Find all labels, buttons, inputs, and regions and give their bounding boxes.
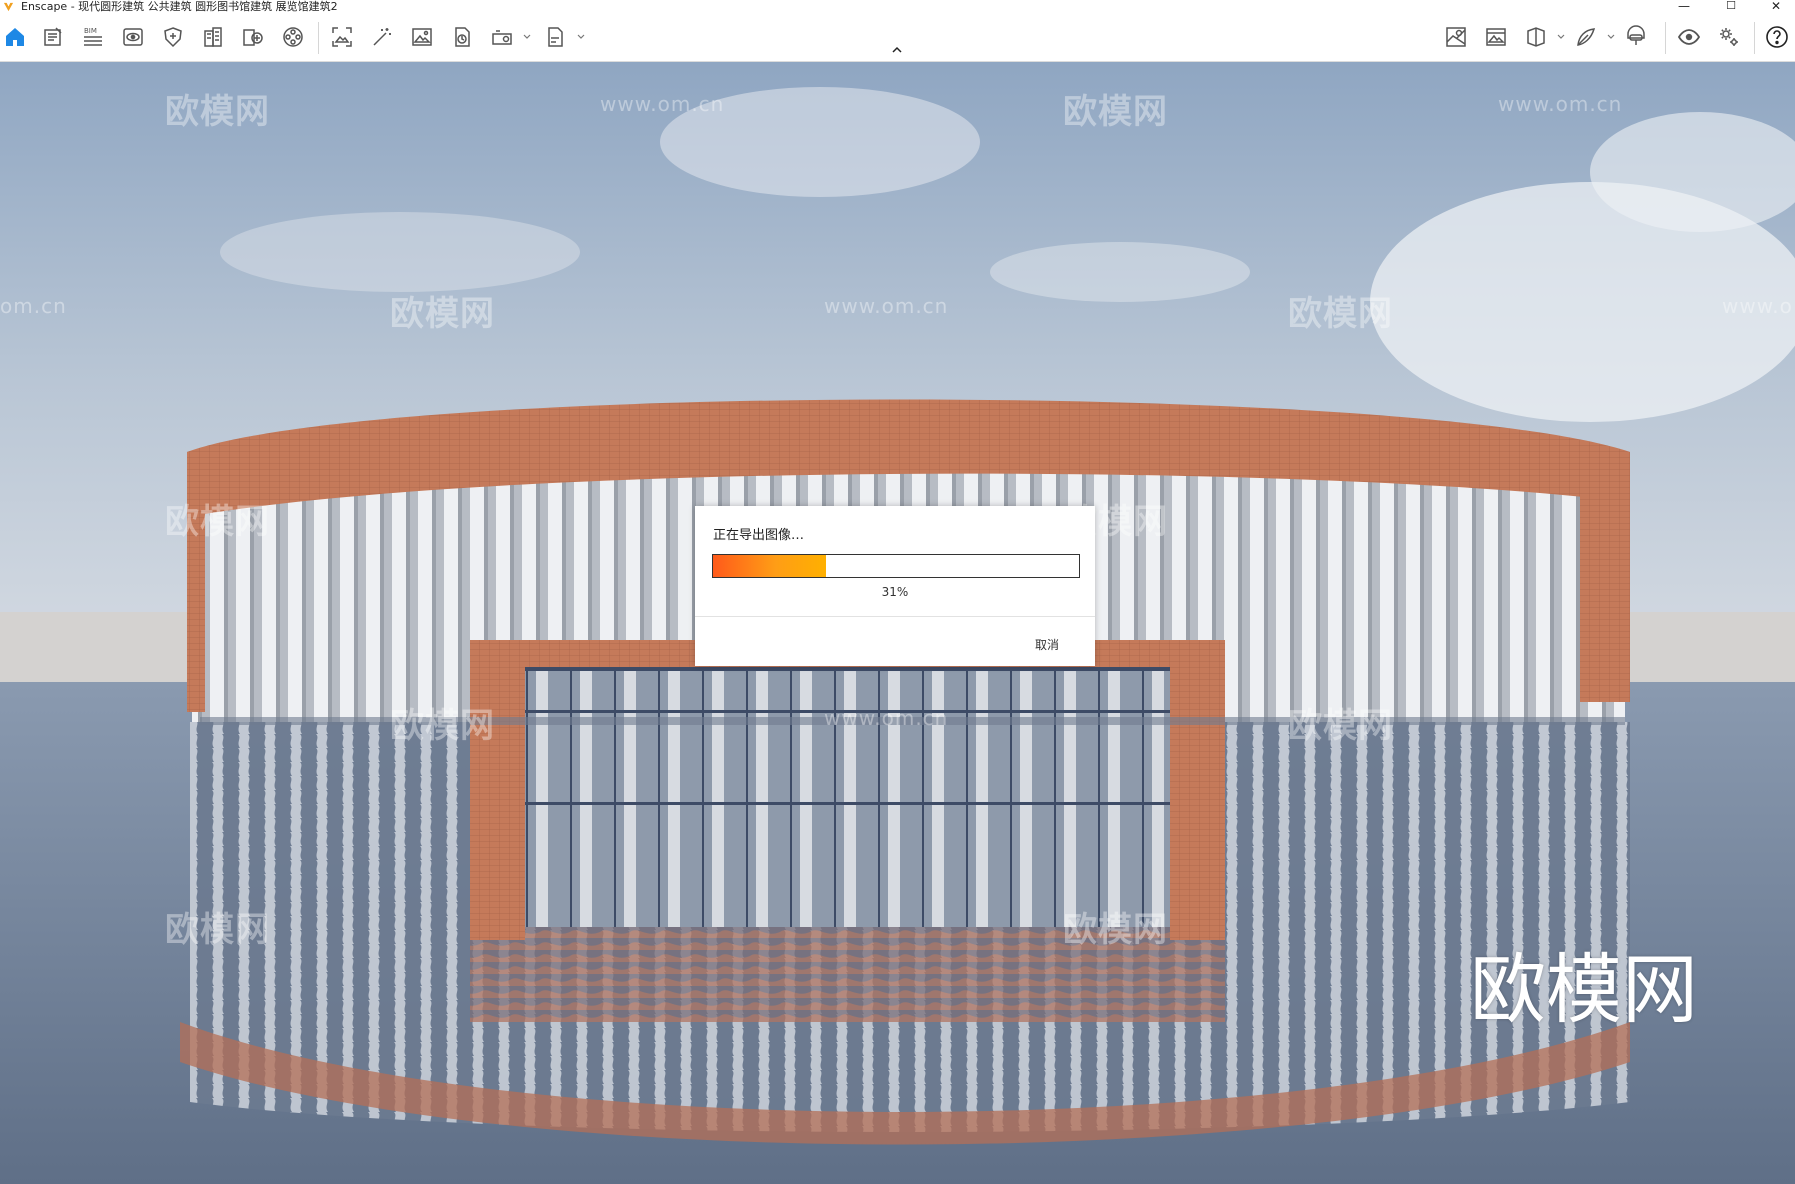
section-icon — [1527, 27, 1545, 47]
feather-dropdown-chevron-icon[interactable] — [1606, 32, 1616, 42]
watermark-brand: 欧模网 — [165, 502, 270, 542]
map-icon — [1446, 27, 1466, 47]
progress-bar-fill — [713, 555, 827, 577]
360-dropdown-chevron-icon[interactable] — [522, 32, 532, 42]
enscape-logo-icon — [3, 2, 14, 12]
export-progress-dialog: 正在导出图像… 31% 取消 — [695, 506, 1095, 666]
vr-headset-button[interactable] — [1621, 22, 1651, 52]
watermark-brand: 欧模网 — [165, 910, 270, 950]
help-icon — [1766, 26, 1788, 48]
feather-icon — [1577, 28, 1596, 46]
eye-icon — [1677, 29, 1701, 45]
map-button[interactable] — [1441, 22, 1471, 52]
watermark-url: www.o — [1722, 294, 1793, 318]
magic-wand-icon — [373, 28, 391, 46]
image-button[interactable] — [407, 22, 437, 52]
cancel-button[interactable]: 取消 — [1015, 634, 1079, 654]
bim-button[interactable]: BIM — [78, 22, 108, 52]
settings-button[interactable] — [1714, 22, 1744, 52]
watermark-url: om.cn — [0, 294, 67, 318]
section-button[interactable] — [1521, 22, 1551, 52]
asset-library-button[interactable] — [238, 22, 268, 52]
bim-label: BIM — [84, 27, 97, 35]
close-button[interactable]: ✕ — [1756, 0, 1795, 14]
maximize-button[interactable]: ☐ — [1711, 0, 1751, 14]
image-gallery-button[interactable] — [1481, 22, 1511, 52]
corner-watermark: 欧模网 — [1470, 945, 1698, 1034]
chevron-up-icon — [892, 46, 902, 53]
panorama-icon — [455, 27, 470, 47]
watermark-brand: 欧模网 — [165, 92, 270, 132]
image-gallery-icon — [1486, 28, 1506, 46]
settings-icon — [1720, 28, 1738, 46]
image-icon — [412, 28, 432, 46]
watermark-brand: 欧模网 — [390, 706, 495, 746]
progress-percent: 31% — [881, 585, 909, 599]
material-icon — [283, 27, 303, 47]
building-button[interactable] — [198, 22, 228, 52]
watermark-url: www.om.cn — [600, 92, 725, 116]
watermark-url: www.om.cn — [824, 294, 949, 318]
watermark-url: www.om.cn — [824, 706, 949, 730]
toolbar-separator — [1754, 22, 1755, 54]
progress-bar — [712, 554, 1080, 578]
exe-export-button[interactable] — [540, 22, 570, 52]
watermark-brand: 欧模网 — [1288, 706, 1393, 746]
exe-export-icon — [548, 27, 563, 47]
360-export-button[interactable] — [487, 22, 517, 52]
watermark-brand: 欧模网 — [1063, 910, 1168, 950]
eye-button[interactable] — [1674, 22, 1704, 52]
minimize-button[interactable]: — — [1664, 0, 1704, 14]
vr-headset-icon — [1627, 25, 1645, 45]
watermark-brand: 欧模网 — [1063, 92, 1168, 132]
section-dropdown-chevron-icon[interactable] — [1556, 32, 1566, 42]
shield-icon — [164, 27, 182, 48]
building-icon — [204, 27, 222, 47]
home-button[interactable] — [0, 22, 30, 52]
screenshot-button[interactable] — [327, 22, 357, 52]
watermark-brand: 欧模网 — [1288, 294, 1393, 334]
feather-button[interactable] — [1571, 22, 1601, 52]
project-button[interactable] — [38, 22, 68, 52]
view-button[interactable] — [118, 22, 148, 52]
panorama-button[interactable] — [447, 22, 477, 52]
help-button[interactable] — [1762, 22, 1792, 52]
watermark-brand: 欧模网 — [390, 294, 495, 334]
bim-icon: BIM — [84, 27, 102, 46]
material-button[interactable] — [278, 22, 308, 52]
dialog-divider — [695, 616, 1095, 617]
360-export-icon — [492, 30, 512, 45]
toolbar-separator — [318, 22, 319, 54]
toolbar-separator — [1665, 22, 1666, 54]
exe-dropdown-chevron-icon[interactable] — [576, 32, 586, 42]
view-icon — [123, 28, 143, 46]
shield-button[interactable] — [158, 22, 188, 52]
toolbar: BIM — [0, 14, 1795, 62]
home-icon — [6, 28, 24, 46]
window-title: Enscape - 现代圆形建筑 公共建筑 圆形图书馆建筑 展览馆建筑2 — [21, 0, 338, 13]
dialog-message: 正在导出图像… — [713, 528, 805, 543]
magic-wand-button[interactable] — [367, 22, 397, 52]
asset-library-icon — [243, 29, 263, 46]
screenshot-icon — [332, 27, 352, 47]
watermark-url: www.om.cn — [1498, 92, 1623, 116]
collapse-toolbar-button[interactable] — [883, 40, 911, 60]
project-icon — [44, 27, 62, 46]
title-bar: Enscape - 现代圆形建筑 公共建筑 圆形图书馆建筑 展览馆建筑2 — ☐… — [0, 0, 1795, 14]
